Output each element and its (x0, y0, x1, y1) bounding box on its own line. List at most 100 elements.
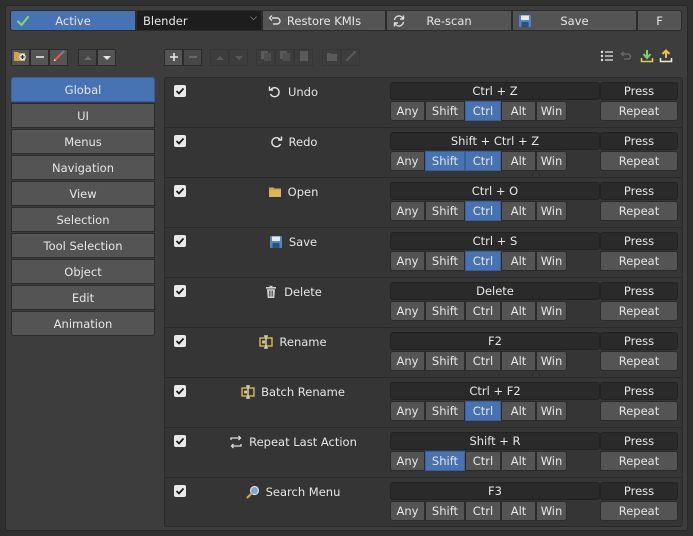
modifier-win-toggle[interactable]: Win (536, 451, 567, 471)
modifier-shift-toggle[interactable]: Shift (425, 251, 465, 271)
category-item[interactable]: Menus (11, 129, 155, 154)
enabled-checkbox[interactable] (174, 85, 186, 97)
repeat-toggle[interactable]: Repeat (600, 151, 678, 171)
category-item[interactable]: Edit (11, 285, 155, 310)
modifier-shift-toggle[interactable]: Shift (425, 101, 465, 121)
keymap-preset-dropdown[interactable]: Blender ⌵ (136, 10, 262, 31)
modifier-win-toggle[interactable]: Win (536, 251, 567, 271)
repeat-toggle[interactable]: Repeat (600, 301, 678, 321)
f-button[interactable]: F (637, 10, 682, 31)
modifier-win-toggle[interactable]: Win (536, 201, 567, 221)
event-type-dropdown[interactable]: Press (600, 482, 678, 500)
modifier-win-toggle[interactable]: Win (536, 101, 567, 121)
modifier-shift-toggle[interactable]: Shift (425, 301, 465, 321)
modifier-alt-toggle[interactable]: Alt (501, 451, 536, 471)
category-item[interactable]: Tool Selection (11, 233, 155, 258)
repeat-toggle[interactable]: Repeat (600, 401, 678, 421)
modifier-any-toggle[interactable]: Any (390, 201, 425, 221)
modifier-alt-toggle[interactable]: Alt (501, 151, 536, 171)
edit-category-button[interactable] (49, 49, 68, 66)
active-toggle-button[interactable]: Active (10, 10, 136, 31)
key-combo-field[interactable]: Delete (390, 282, 600, 300)
modifier-ctrl-toggle[interactable]: Ctrl (465, 151, 501, 171)
modifier-shift-toggle[interactable]: Shift (425, 201, 465, 221)
enabled-checkbox[interactable] (174, 185, 186, 197)
modifier-win-toggle[interactable]: Win (536, 351, 567, 371)
key-combo-field[interactable]: F2 (390, 332, 600, 350)
event-type-dropdown[interactable]: Press (600, 332, 678, 350)
modifier-any-toggle[interactable]: Any (390, 351, 425, 371)
repeat-toggle[interactable]: Repeat (600, 251, 678, 271)
category-menu-button[interactable] (97, 49, 116, 66)
modifier-ctrl-toggle[interactable]: Ctrl (465, 101, 501, 121)
repeat-toggle[interactable]: Repeat (600, 501, 678, 521)
category-item[interactable]: Selection (11, 207, 155, 232)
modifier-any-toggle[interactable]: Any (390, 151, 425, 171)
key-combo-field[interactable]: Ctrl + S (390, 232, 600, 250)
modifier-shift-toggle[interactable]: Shift (425, 351, 465, 371)
add-category-button[interactable] (11, 49, 30, 66)
category-item[interactable]: Global (11, 77, 155, 102)
modifier-alt-toggle[interactable]: Alt (501, 201, 536, 221)
modifier-any-toggle[interactable]: Any (390, 451, 425, 471)
key-combo-field[interactable]: F3 (390, 482, 600, 500)
event-type-dropdown[interactable]: Press (600, 382, 678, 400)
key-combo-field[interactable]: Ctrl + F2 (390, 382, 600, 400)
modifier-shift-toggle[interactable]: Shift (425, 451, 465, 471)
enabled-checkbox[interactable] (174, 335, 186, 347)
repeat-toggle[interactable]: Repeat (600, 451, 678, 471)
modifier-ctrl-toggle[interactable]: Ctrl (465, 501, 501, 521)
modifier-ctrl-toggle[interactable]: Ctrl (465, 351, 501, 371)
modifier-alt-toggle[interactable]: Alt (501, 101, 536, 121)
item-edit-button[interactable] (341, 49, 360, 66)
modifier-alt-toggle[interactable]: Alt (501, 351, 536, 371)
modifier-any-toggle[interactable]: Any (390, 401, 425, 421)
event-type-dropdown[interactable]: Press (600, 182, 678, 200)
event-type-dropdown[interactable]: Press (600, 282, 678, 300)
enabled-checkbox[interactable] (174, 235, 186, 247)
paste-item-button[interactable] (294, 49, 313, 66)
key-combo-field[interactable]: Shift + Ctrl + Z (390, 132, 600, 150)
modifier-win-toggle[interactable]: Win (536, 151, 567, 171)
modifier-shift-toggle[interactable]: Shift (425, 401, 465, 421)
modifier-alt-toggle[interactable]: Alt (501, 301, 536, 321)
event-type-dropdown[interactable]: Press (600, 132, 678, 150)
key-combo-field[interactable]: Ctrl + Z (390, 82, 600, 100)
modifier-ctrl-toggle[interactable]: Ctrl (465, 201, 501, 221)
list-view-button[interactable] (597, 49, 616, 66)
modifier-any-toggle[interactable]: Any (390, 251, 425, 271)
move-category-up-button[interactable] (78, 49, 97, 66)
category-item[interactable]: Navigation (11, 155, 155, 180)
repeat-toggle[interactable]: Repeat (600, 351, 678, 371)
save-button[interactable]: Save (512, 10, 637, 31)
modifier-ctrl-toggle[interactable]: Ctrl (465, 301, 501, 321)
modifier-alt-toggle[interactable]: Alt (501, 401, 536, 421)
export-button[interactable] (656, 49, 675, 66)
event-type-dropdown[interactable]: Press (600, 232, 678, 250)
modifier-win-toggle[interactable]: Win (536, 301, 567, 321)
restore-kmis-button[interactable]: Restore KMIs (262, 10, 386, 31)
item-folder-button[interactable] (322, 49, 341, 66)
enabled-checkbox[interactable] (174, 135, 186, 147)
import-button[interactable] (637, 49, 656, 66)
event-type-dropdown[interactable]: Press (600, 432, 678, 450)
enabled-checkbox[interactable] (174, 485, 186, 497)
modifier-shift-toggle[interactable]: Shift (425, 151, 465, 171)
modifier-alt-toggle[interactable]: Alt (501, 501, 536, 521)
move-item-down-button[interactable] (229, 49, 248, 66)
key-combo-field[interactable]: Ctrl + O (390, 182, 600, 200)
modifier-alt-toggle[interactable]: Alt (501, 251, 536, 271)
modifier-any-toggle[interactable]: Any (390, 101, 425, 121)
remove-category-button[interactable] (30, 49, 49, 66)
enabled-checkbox[interactable] (174, 285, 186, 297)
category-item[interactable]: View (11, 181, 155, 206)
add-item-button[interactable] (164, 49, 183, 66)
category-item[interactable]: Animation (11, 311, 155, 336)
undo-list-button[interactable] (616, 49, 635, 66)
rescan-button[interactable]: Re-scan (386, 10, 512, 31)
category-item[interactable]: Object (11, 259, 155, 284)
modifier-shift-toggle[interactable]: Shift (425, 501, 465, 521)
remove-item-button[interactable] (183, 49, 202, 66)
enabled-checkbox[interactable] (174, 385, 186, 397)
modifier-any-toggle[interactable]: Any (390, 301, 425, 321)
